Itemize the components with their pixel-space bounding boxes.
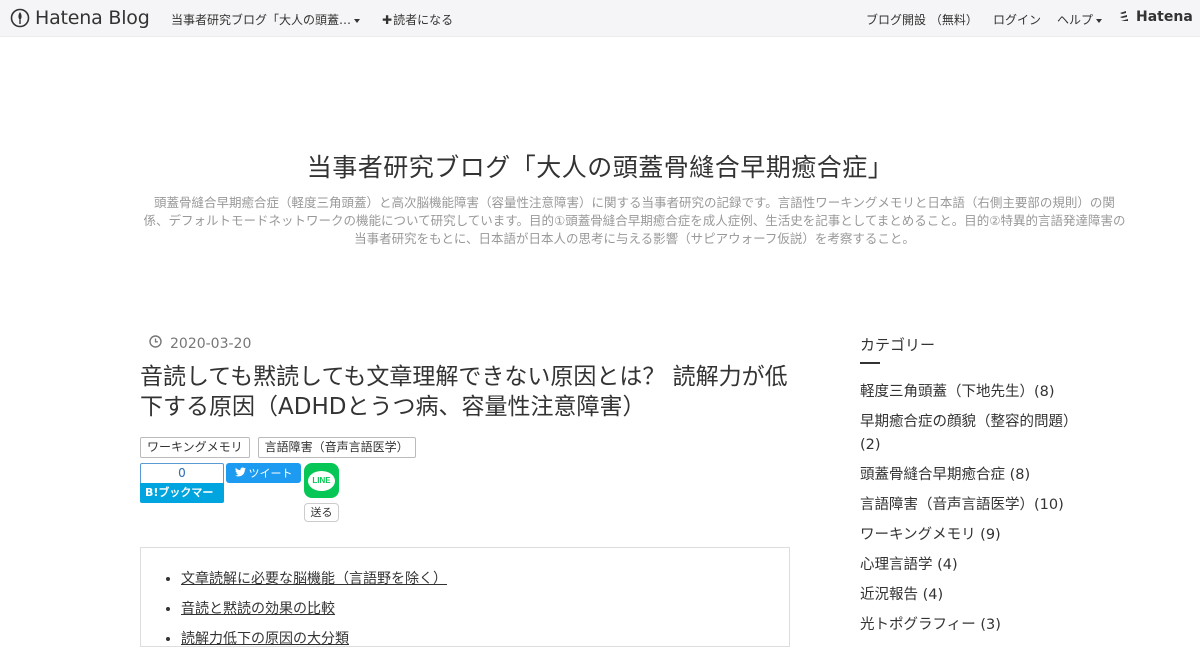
category-link[interactable]: 心理言語学 (4) <box>860 554 1095 577</box>
subscribe-button[interactable]: ✚読者になる <box>382 11 453 28</box>
toc-link[interactable]: 読解力低下の原因の大分類 <box>181 631 349 647</box>
category-tag[interactable]: ワーキングメモリ <box>140 437 250 458</box>
global-header: Hatena Blog 当事者研究ブログ「大人の頭蓋… ✚読者になる ブログ開設… <box>0 0 1200 37</box>
toc-item[interactable]: 文章読解に必要な脳機能（言語野を除く） <box>181 564 789 594</box>
category-link[interactable]: 軽度三角頭蓋（下地先生）(8) <box>860 381 1095 404</box>
clock-icon <box>149 335 162 352</box>
bookmark-count: 0 <box>140 463 224 483</box>
category-link[interactable]: 光トポグラフィー (3) <box>860 614 1095 637</box>
entry-categories: ワーキングメモリ 言語障害（音声言語医学） <box>140 437 416 458</box>
category-link[interactable]: ワーキングメモリ (9) <box>860 524 1095 547</box>
blog-menu-label: 当事者研究ブログ「大人の頭蓋… <box>171 13 352 27</box>
plus-icon: ✚ <box>382 13 393 27</box>
help-menu[interactable]: ヘルプ <box>1057 11 1103 28</box>
login-link[interactable]: ログイン <box>993 11 1041 28</box>
hatena-bookmark-button[interactable]: 0 B!ブックマーク <box>140 463 224 519</box>
hatena-logo-text: Hatena <box>1136 9 1193 25</box>
brand-name: Hatena Blog <box>35 7 150 29</box>
table-of-contents: 文章読解に必要な脳機能（言語野を除く） 音読と黙読の効果の比較 読解力低下の原因… <box>140 547 790 647</box>
tweet-label: ツイート <box>248 467 293 480</box>
category-link[interactable]: 近況報告 (4) <box>860 584 1095 607</box>
category-link[interactable]: 早期癒合症の顔貌（整容的問題）(2) <box>860 411 1095 457</box>
entry-date[interactable]: 2020-03-20 <box>149 335 251 352</box>
entry-title[interactable]: 音読しても黙読しても文章理解できない原因とは？ 読解力が低下する原因（ADHDと… <box>140 362 800 422</box>
toc-item[interactable]: 音読と黙読の効果の比較 <box>181 594 789 624</box>
line-icon: LINE <box>308 470 335 491</box>
heading-underline <box>860 362 880 364</box>
category-heading: カテゴリー <box>860 336 936 354</box>
chevron-down-icon <box>1096 18 1103 23</box>
help-label: ヘルプ <box>1057 13 1094 27</box>
open-blog-link[interactable]: ブログ開設 （無料） <box>866 11 978 28</box>
hatena-bookmark-label: B!ブックマーク <box>140 483 224 519</box>
sidebar: カテゴリー 軽度三角頭蓋（下地先生）(8) 早期癒合症の顔貌（整容的問題）(2)… <box>860 334 1100 644</box>
blog-description: 頭蓋骨縫合早期癒合症（軽度三角頭蓋）と高次脳機能障害（容量性注意障害）に関する当… <box>143 195 1126 246</box>
chevron-down-icon <box>354 18 361 23</box>
subscribe-label: 読者になる <box>393 13 454 27</box>
entry-date-text: 2020-03-20 <box>170 335 252 352</box>
category-link[interactable]: 言語障害（音声言語医学）(10) <box>860 494 1095 517</box>
tweet-button[interactable]: ツイート <box>226 463 301 483</box>
hatena-logo-icon <box>1119 10 1133 25</box>
toc-link[interactable]: 文章読解に必要な脳機能（言語野を除く） <box>181 571 447 587</box>
blog-menu-dropdown[interactable]: 当事者研究ブログ「大人の頭蓋… <box>171 11 361 28</box>
category-link[interactable]: 頭蓋骨縫合早期癒合症 (8) <box>860 464 1095 487</box>
hatena-blog-logo[interactable]: Hatena Blog <box>10 6 150 30</box>
twitter-bird-icon <box>234 466 246 480</box>
hatena-logo-link[interactable]: Hatena <box>1119 9 1193 25</box>
category-list: 軽度三角頭蓋（下地先生）(8) 早期癒合症の顔貌（整容的問題）(2) 頭蓋骨縫合… <box>860 381 1100 637</box>
line-share-button[interactable]: LINE <box>304 463 339 498</box>
hatena-blog-logo-icon <box>10 8 30 28</box>
toc-item[interactable]: 読解力低下の原因の大分類 <box>181 624 789 654</box>
blog-title[interactable]: 当事者研究ブログ「大人の頭蓋骨縫合早期癒合症」 <box>150 148 1050 184</box>
category-tag[interactable]: 言語障害（音声言語医学） <box>257 437 416 458</box>
toc-link[interactable]: 音読と黙読の効果の比較 <box>181 601 335 617</box>
line-send-button[interactable]: 送る <box>304 503 339 522</box>
